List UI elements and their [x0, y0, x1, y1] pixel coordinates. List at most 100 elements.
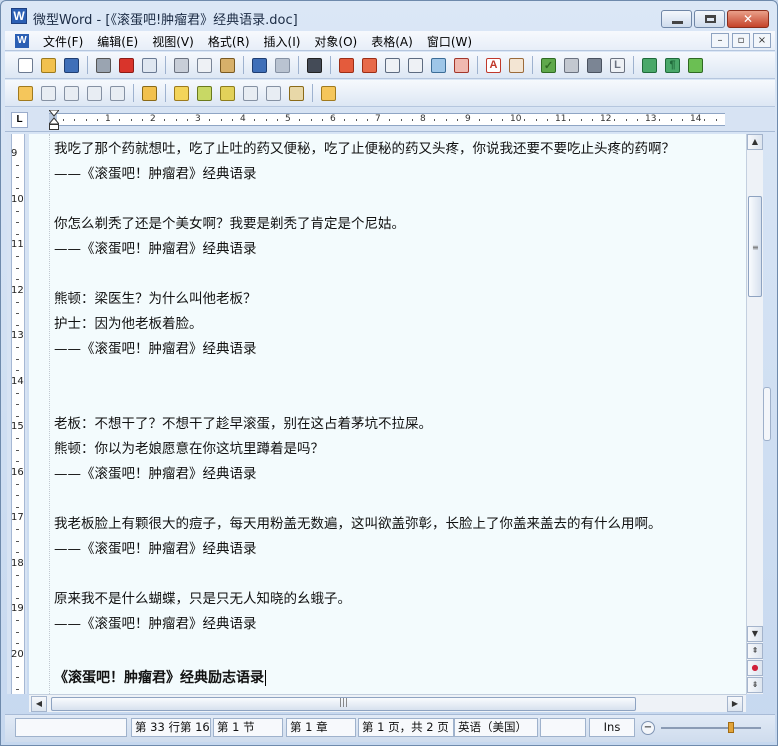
scroll-left-button[interactable]: ◀ [31, 696, 47, 712]
scroll-right-button[interactable]: ▶ [727, 696, 743, 712]
next-comment-button[interactable] [107, 83, 128, 103]
document-line[interactable] [54, 564, 739, 589]
document-line[interactable] [54, 639, 739, 664]
paragraph-mark-button[interactable]: ¶ [662, 55, 683, 75]
doc-minimize-button[interactable]: – [711, 33, 729, 48]
cut-button[interactable] [171, 55, 192, 75]
horizontal-scrollbar[interactable]: ◀ ||| ▶ [29, 694, 746, 712]
previous-comment-button[interactable] [84, 83, 105, 103]
maximize-button[interactable] [694, 10, 725, 28]
new-comment-button[interactable] [15, 83, 36, 103]
close-button[interactable]: ✕ [727, 10, 769, 28]
previous-change-button[interactable] [240, 83, 261, 103]
menu-file[interactable]: 文件(F) [43, 33, 91, 50]
print-preview-button[interactable] [139, 55, 160, 75]
doc-close-button[interactable]: × [753, 33, 771, 48]
review-panel-button[interactable] [139, 83, 160, 103]
document-line[interactable]: ——《滚蛋吧！肿瘤君》经典语录 [54, 464, 739, 489]
document-line[interactable] [54, 189, 739, 214]
app-word-icon[interactable]: W [11, 8, 27, 24]
document-line[interactable]: 你怎么剃秃了还是个美女啊？我要是剃秃了肯定是个尼姑。 [54, 214, 739, 239]
previous-page-button[interactable]: ⇞ [747, 643, 763, 659]
horizontal-ruler[interactable]: 1 2 3 4 5 6 7 8 9 10 11 12 13 14 [49, 113, 725, 126]
title-bar[interactable]: W 微型Word - [《滚蛋吧!肿瘤君》经典语录.doc] ✕ [1, 1, 777, 31]
accept-change-button[interactable] [171, 83, 192, 103]
document-line[interactable] [54, 364, 739, 389]
document-line[interactable] [54, 389, 739, 414]
highlight-changes-button[interactable] [318, 83, 339, 103]
zoom-button[interactable] [428, 55, 449, 75]
vertical-scroll-thumb[interactable]: ≡ [748, 196, 762, 297]
vertical-scrollbar[interactable]: ▲ ≡ ▼ ⇞ ● ⇟ [746, 134, 763, 694]
pdf-button[interactable] [116, 55, 137, 75]
reject-change-button[interactable] [194, 83, 215, 103]
indent-marker-icon[interactable] [49, 110, 59, 130]
document-line[interactable]: ——《滚蛋吧！肿瘤君》经典语录 [54, 614, 739, 639]
horizontal-scroll-thumb[interactable]: ||| [51, 697, 636, 711]
document-line[interactable]: 熊顿：梁医生？为什么叫他老板？ [54, 289, 739, 314]
spell-check-button[interactable]: ✓ [538, 55, 559, 75]
statistics-button[interactable] [561, 55, 582, 75]
document-menu-icon[interactable]: W [15, 34, 29, 48]
document-text[interactable]: 我吃了那个药就想吐，吃了止吐的药又便秘，吃了止便秘的药又头疼，你说我还要不要吃止… [54, 139, 739, 693]
tab-stop-selector[interactable]: L [11, 112, 28, 128]
delete-comment-button[interactable] [61, 83, 82, 103]
document-line[interactable]: 我吃了那个药就想吐，吃了止吐的药又便秘，吃了止便秘的药又头疼，你说我还要不要吃止… [54, 139, 739, 164]
zoom-control[interactable]: − [641, 720, 769, 736]
next-page-button[interactable]: ⇟ [747, 677, 763, 693]
save-button[interactable] [61, 55, 82, 75]
new-document-button[interactable] [15, 55, 36, 75]
doc-restore-button[interactable]: ▫ [732, 33, 750, 48]
menu-window[interactable]: 窗口(W) [427, 33, 480, 50]
document-line[interactable]: ——《滚蛋吧！肿瘤君》经典语录 [54, 164, 739, 189]
status-language[interactable]: 英语（美国） [454, 718, 538, 737]
document-line[interactable]: 老板：不想干了？不想干了趁早滚蛋，别在这占着茅坑不拉屎。 [54, 414, 739, 439]
scroll-down-button[interactable]: ▼ [747, 626, 763, 642]
scroll-up-button[interactable]: ▲ [747, 134, 763, 150]
next-change-button[interactable] [263, 83, 284, 103]
minimize-button[interactable] [661, 10, 692, 28]
find-button[interactable] [304, 55, 325, 75]
menu-table[interactable]: 表格(A) [371, 33, 421, 50]
table-properties-button[interactable] [359, 55, 380, 75]
zoom-percent-button[interactable] [451, 55, 472, 75]
track-changes-button[interactable] [685, 55, 706, 75]
font-color-button[interactable]: A [483, 55, 504, 75]
vertical-ruler[interactable]: 9 10 11 12 13 14 15 16 17 18 19 20 [7, 134, 27, 694]
page[interactable]: 我吃了那个药就想吐，吃了止吐的药又便秘，吃了止便秘的药又头疼，你说我还要不要吃止… [49, 134, 739, 694]
accept-all-button[interactable] [217, 83, 238, 103]
text-box-button[interactable] [382, 55, 403, 75]
copy-button[interactable] [194, 55, 215, 75]
columns-button[interactable] [405, 55, 426, 75]
menu-format[interactable]: 格式(R) [208, 33, 258, 50]
document-line[interactable]: ——《滚蛋吧！肿瘤君》经典语录 [54, 539, 739, 564]
document-area[interactable]: 我吃了那个药就想吐，吃了止吐的药又便秘，吃了止便秘的药又头疼，你说我还要不要吃止… [29, 134, 746, 694]
document-line[interactable]: ——《滚蛋吧！肿瘤君》经典语录 [54, 239, 739, 264]
zoom-slider-knob[interactable] [728, 722, 734, 733]
menu-view[interactable]: 视图(V) [152, 33, 202, 50]
document-line[interactable]: 熊顿：你以为老娘愿意在你这坑里蹲着是吗？ [54, 439, 739, 464]
document-line[interactable]: ——《滚蛋吧！肿瘤君》经典语录 [54, 339, 739, 364]
insert-table-button[interactable] [336, 55, 357, 75]
shading-button[interactable] [584, 55, 605, 75]
redo-button[interactable] [272, 55, 293, 75]
review-settings-button[interactable] [286, 83, 307, 103]
document-line[interactable]: 《滚蛋吧！肿瘤君》经典励志语录 [54, 668, 739, 693]
document-line[interactable] [54, 489, 739, 514]
document-line[interactable]: 原来我不是什么蝴蝶，只是只无人知晓的幺蛾子。 [54, 589, 739, 614]
print-button[interactable] [93, 55, 114, 75]
menu-object[interactable]: 对象(O) [314, 33, 365, 50]
zoom-out-button[interactable]: − [641, 721, 655, 735]
page-setup-button[interactable] [506, 55, 527, 75]
side-panel-handle[interactable] [763, 387, 771, 441]
bookmark-button[interactable] [639, 55, 660, 75]
document-line[interactable]: 我老板脸上有颗很大的痘子，每天用粉盖无数遍，这叫欲盖弥彰，长脸上了你盖来盖去的有… [54, 514, 739, 539]
paste-button[interactable] [217, 55, 238, 75]
zoom-slider-track[interactable] [661, 727, 761, 729]
status-insert-mode[interactable]: Ins [589, 718, 635, 737]
style-button[interactable]: L [607, 55, 628, 75]
menu-insert[interactable]: 插入(I) [264, 33, 309, 50]
menu-edit[interactable]: 编辑(E) [97, 33, 146, 50]
document-line[interactable]: 护士：因为他老板着脸。 [54, 314, 739, 339]
document-line[interactable] [54, 264, 739, 289]
